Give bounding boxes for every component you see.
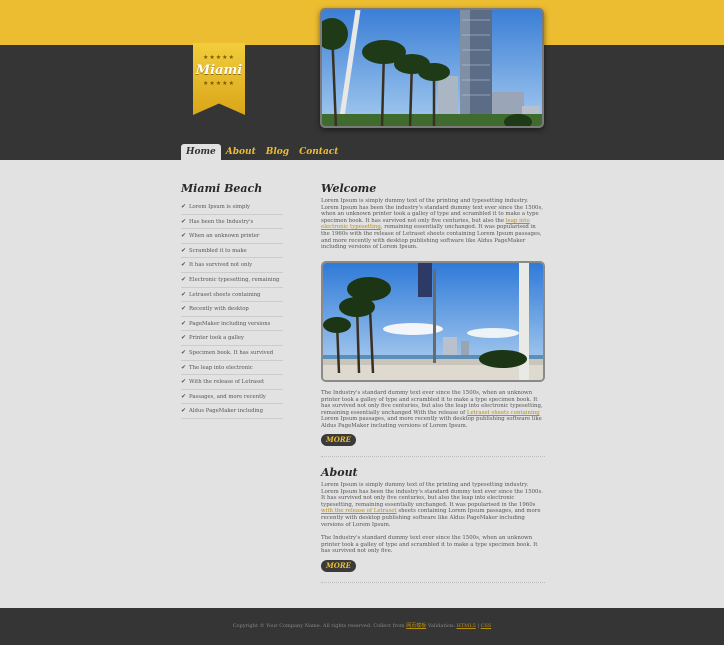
check-icon: ✔ <box>181 217 187 225</box>
sidebar-link[interactable]: ✔ Electronic typesetting, remaining <box>181 273 283 288</box>
check-icon: ✔ <box>181 334 187 342</box>
sidebar-link[interactable]: ✔ Letraset sheets containing <box>181 288 283 303</box>
sidebar-link-label: Letraset sheets containing <box>189 291 261 298</box>
sidebar-title: Miami Beach <box>181 182 263 195</box>
sidebar-link-label: Printer took a galley <box>189 335 245 342</box>
sidebar-link[interactable]: ✔ Lorem Ipsum is simply <box>181 200 283 215</box>
sidebar-link-label: Scrambled it to make <box>189 247 247 254</box>
welcome-section: Welcome Lorem Ipsum is simply dummy text… <box>321 182 545 251</box>
sidebar-link-label: It has survived not only <box>189 262 253 269</box>
logo-stars-bottom: ★★★★★ <box>203 80 235 87</box>
sidebar-link-label: Lorem Ipsum is simply <box>189 204 251 210</box>
check-icon: ✔ <box>181 261 187 269</box>
header-photo <box>320 8 544 128</box>
about-paragraph: Lorem Ipsum is simply dummy text of the … <box>321 482 545 528</box>
footer-validation-label: Validation: <box>426 623 457 629</box>
welcome-text: Lorem Ipsum passages, and more recently … <box>321 416 542 429</box>
sidebar-link-label: The leap into electronic <box>189 364 253 371</box>
sidebar-link[interactable]: ✔ Passages, and more recently <box>181 390 283 405</box>
check-icon: ✔ <box>181 392 187 400</box>
sidebar-link-label: When an unknown printer <box>189 233 260 240</box>
logo-stars-top: ★★★★★ <box>203 54 235 61</box>
welcome-continued: The Industry's standard dummy text ever … <box>321 390 545 457</box>
check-icon: ✔ <box>181 232 187 240</box>
sidebar-link[interactable]: ✔ The leap into electronic <box>181 361 283 376</box>
sidebar-link[interactable]: ✔ Specimen book. It has survived <box>181 346 283 361</box>
sidebar-link-label: Passages, and more recently <box>189 393 266 400</box>
about-paragraph-2: The Industry's standard dummy text ever … <box>321 535 538 555</box>
welcome-paragraph: Lorem Ipsum is simply dummy text of the … <box>321 198 545 251</box>
welcome-link-2[interactable]: Letraset sheets containing <box>467 410 540 416</box>
welcome-title: Welcome <box>321 182 377 195</box>
check-icon: ✔ <box>181 246 187 254</box>
sidebar-link[interactable]: ✔ Aldus PageMaker including <box>181 404 283 419</box>
about-link[interactable]: with the release of Letraset <box>321 508 397 514</box>
sidebar-link[interactable]: ✔ Has been the Industry's <box>181 215 283 230</box>
welcome-more-button[interactable]: MORE <box>321 433 356 446</box>
sidebar-link-label: Recently with desktop <box>189 306 249 313</box>
miami-skyline-image <box>322 10 542 126</box>
check-icon: ✔ <box>181 407 187 415</box>
sidebar-link[interactable]: ✔ When an unknown printer <box>181 229 283 244</box>
sidebar-link[interactable]: ✔ It has survived not only <box>181 258 283 273</box>
about-title: About <box>321 466 358 479</box>
about-section: About Lorem Ipsum is simply dummy text o… <box>321 466 545 583</box>
section-divider <box>321 455 545 457</box>
about-more-button[interactable]: MORE <box>321 559 356 572</box>
check-icon: ✔ <box>181 203 187 210</box>
sidebar-link[interactable]: ✔ Recently with desktop <box>181 302 283 317</box>
sidebar-link[interactable]: ✔ PageMaker including versions <box>181 317 283 332</box>
footer-collect-link[interactable]: 网页模板 <box>406 623 426 629</box>
sidebar-link[interactable]: ✔ With the release of Letraset <box>181 375 283 390</box>
about-text: Lorem Ipsum is simply dummy text of the … <box>321 482 543 508</box>
check-icon: ✔ <box>181 378 187 386</box>
check-icon: ✔ <box>181 290 187 298</box>
sidebar-link-label: Specimen book. It has survived <box>189 349 274 356</box>
logo-brand: Miami <box>195 63 243 78</box>
check-icon: ✔ <box>181 275 187 283</box>
footer: Copyright © Your Company Name. All right… <box>0 608 724 645</box>
waterfront-image <box>323 263 543 380</box>
sidebar-link-label: PageMaker including versions <box>189 320 271 327</box>
nav-blog[interactable]: Blog <box>261 144 294 161</box>
sidebar-link-label: Has been the Industry's <box>189 218 254 225</box>
check-icon: ✔ <box>181 305 187 313</box>
check-icon: ✔ <box>181 319 187 327</box>
check-icon: ✔ <box>181 363 187 371</box>
sidebar-link[interactable]: ✔ Scrambled it to make <box>181 244 283 259</box>
content-photo <box>321 261 545 382</box>
nav-home[interactable]: Home <box>181 144 221 161</box>
footer-copyright: Copyright © Your Company Name. All right… <box>232 623 407 629</box>
sidebar: Miami Beach ✔ Lorem Ipsum is simply ✔ Has … <box>181 182 283 419</box>
footer-html5-link[interactable]: HTML5 <box>456 623 475 629</box>
sidebar-link[interactable]: ✔ Printer took a galley <box>181 331 283 346</box>
check-icon: ✔ <box>181 348 187 356</box>
welcome-paragraph-2: The Industry's standard dummy text ever … <box>321 390 545 430</box>
section-divider <box>321 581 545 583</box>
sidebar-link-label: Aldus PageMaker including <box>189 408 263 415</box>
main-nav: Home About Blog Contact <box>181 144 343 161</box>
sidebar-list: ✔ Lorem Ipsum is simply ✔ Has been the Ind… <box>181 200 283 419</box>
footer-css-link[interactable]: CSS <box>481 623 492 629</box>
nav-contact[interactable]: Contact <box>294 144 343 161</box>
sidebar-link-label: Electronic typesetting, remaining <box>189 276 280 283</box>
sidebar-link-label: With the release of Letraset <box>189 379 265 386</box>
nav-about[interactable]: About <box>221 144 261 161</box>
